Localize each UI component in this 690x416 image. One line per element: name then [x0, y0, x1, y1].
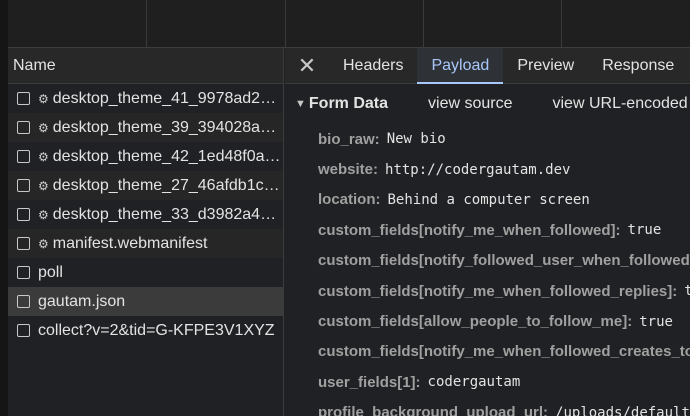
form-field-key: user_fields[1]: [318, 373, 421, 391]
name-column-label: Name [13, 56, 56, 74]
form-field-row: location: Behind a computer screen [285, 185, 690, 215]
form-field-value: true [627, 222, 662, 239]
payload-content: ▼ Form Data view source view URL-encoded… [285, 84, 690, 416]
row-checkbox[interactable] [17, 92, 30, 105]
name-column-header[interactable]: Name [8, 48, 283, 84]
form-field-key: location: [318, 191, 381, 209]
row-checkbox[interactable] [17, 324, 30, 337]
form-field-value: Behind a computer screen [387, 191, 590, 208]
form-field-key: bio_raw: [318, 130, 380, 148]
form-field-value: http://codergautam.dev [385, 161, 571, 178]
request-name: gautam.json [38, 292, 126, 310]
form-field-key: custom_fields[notify_me_when_followed_cr… [318, 343, 690, 361]
waterfall-gridline [285, 0, 286, 48]
form-field-key: custom_fields[notify_me_when_followed]: [318, 221, 621, 239]
request-row[interactable]: collect?v=2&tid=G-KFPE3V1XYZ [8, 316, 283, 345]
form-field-value: New bio [386, 131, 446, 148]
form-field-row: user_fields[1]: codergautam [285, 367, 690, 397]
form-data-fields: bio_raw: New bio website: http://codergauta… [285, 124, 690, 416]
form-field-key: custom_fields[notify_followed_user_when_… [318, 252, 690, 270]
tab-payload[interactable]: Payload [417, 48, 504, 84]
form-field-row: bio_raw: New bio [285, 124, 690, 154]
request-row[interactable]: gautam.json [8, 287, 283, 316]
row-checkbox[interactable] [17, 295, 30, 308]
form-field-row: custom_fields[notify_me_when_followed]: t… [285, 215, 690, 245]
waterfall-gutter [0, 0, 8, 48]
request-name: poll [38, 263, 63, 281]
waterfall-gridline [146, 0, 147, 48]
request-name: desktop_theme_39_394028a1b2c3d4e5f6a7b8c… [52, 118, 283, 136]
request-row[interactable]: ⚙desktop_theme_39_394028a1b2c3d4e5f6a7b8… [8, 113, 283, 142]
form-field-row: profile_background_upload_url: /uploads/d… [285, 398, 690, 416]
details-tabbar: ✕ Headers Payload Preview Response [285, 48, 690, 84]
request-name: desktop_theme_33_d3982a4b5c6d7e8f9a0b1c2… [52, 205, 283, 223]
form-field-key: custom_fields[notify_me_when_followed_re… [318, 282, 678, 300]
row-checkbox[interactable] [17, 266, 30, 279]
request-name: desktop_theme_27_46afdb1c2d3e4f5a6b7c8d9… [52, 176, 283, 194]
gear-icon: ⚙ [38, 120, 49, 135]
close-details-button[interactable]: ✕ [285, 48, 329, 83]
tab-preview[interactable]: Preview [503, 48, 588, 83]
form-field-row: custom_fields[notify_me_when_followed_re… [285, 276, 690, 306]
form-field-value: /uploads/default [555, 404, 690, 416]
form-field-key: website: [318, 161, 379, 179]
waterfall-overview [0, 0, 690, 48]
request-list: Name ⚙desktop_theme_41_9978ad2d82e42a2ac… [0, 48, 284, 416]
gear-icon: ⚙ [38, 149, 49, 164]
request-name: manifest.webmanifest [52, 234, 208, 252]
row-checkbox[interactable] [17, 150, 30, 163]
row-checkbox[interactable] [17, 121, 30, 134]
form-field-key: custom_fields[allow_people_to_follow_me]… [318, 313, 633, 331]
row-checkbox[interactable] [17, 208, 30, 221]
request-list-gutter [0, 48, 8, 416]
form-field-row: custom_fields[allow_people_to_follow_me]… [285, 306, 690, 336]
form-field-value: codergautam [427, 374, 521, 391]
gear-icon: ⚙ [38, 178, 49, 193]
form-field-key: profile_background_upload_url: [318, 404, 549, 416]
form-field-row: custom_fields[notify_me_when_followed_cr… [285, 337, 690, 367]
form-data-title: Form Data [308, 95, 389, 112]
view-url-encoded-link[interactable]: view URL-encoded [553, 95, 688, 113]
waterfall-gridline [423, 0, 424, 48]
request-name: collect?v=2&tid=G-KFPE3V1XYZ [38, 321, 275, 339]
request-details-panel: ✕ Headers Payload Preview Response ▼ Form D… [285, 48, 690, 416]
form-field-value: true [639, 313, 673, 330]
view-source-link[interactable]: view source [428, 95, 512, 113]
request-row[interactable]: ⚙ manifest.webmanifest [8, 229, 283, 258]
request-rows: ⚙desktop_theme_41_9978ad2d82e42a2ac6a5e4… [8, 84, 283, 345]
form-field-row: website: http://codergautam.dev [285, 154, 690, 184]
gear-icon: ⚙ [38, 236, 49, 251]
form-data-section-header[interactable]: ▼ Form Data view source view URL-encoded [285, 84, 690, 124]
request-name: desktop_theme_42_1ed48f0a9b8c7d6e5f4a3b2… [52, 147, 283, 165]
gear-icon: ⚙ [38, 207, 49, 222]
row-checkbox[interactable] [17, 179, 30, 192]
request-row[interactable]: ⚙desktop_theme_41_9978ad2d82e42a2ac6a5e4… [8, 84, 283, 113]
row-checkbox[interactable] [17, 237, 30, 250]
request-row[interactable]: poll [8, 258, 283, 287]
request-row[interactable]: ⚙desktop_theme_27_46afdb1c2d3e4f5a6b7c8d… [8, 171, 283, 200]
form-field-row: custom_fields[notify_followed_user_when_… [285, 246, 690, 276]
request-name: desktop_theme_41_9978ad2d82e42a2ac6a5e4a… [52, 89, 283, 107]
form-field-value: true [684, 283, 690, 300]
waterfall-gridline [561, 0, 562, 48]
gear-icon: ⚙ [38, 91, 49, 106]
request-row[interactable]: ⚙desktop_theme_33_d3982a4b5c6d7e8f9a0b1c… [8, 200, 283, 229]
tab-headers[interactable]: Headers [329, 48, 417, 83]
triangle-down-icon[interactable]: ▼ [295, 98, 306, 110]
tab-response[interactable]: Response [588, 48, 688, 83]
close-icon: ✕ [297, 52, 317, 78]
request-row[interactable]: ⚙desktop_theme_42_1ed48f0a9b8c7d6e5f4a3b… [8, 142, 283, 171]
